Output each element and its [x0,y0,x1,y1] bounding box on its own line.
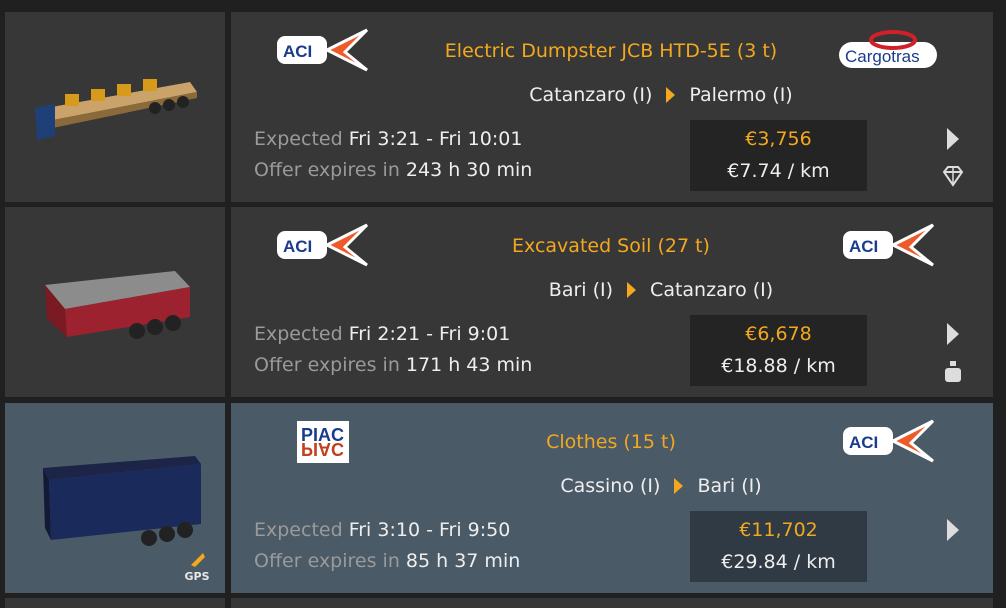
price-per-km: €18.88 / km [721,355,836,377]
dump-trailer-icon [45,271,190,339]
expected-time: Expected Fri 3:10 - Fri 9:50 [254,519,510,541]
flatbed-trailer-icon [35,79,197,140]
svg-text:ACI: ACI [849,237,878,256]
cargo-name: Clothes (15 t) [546,431,676,453]
price-per-km: €7.74 / km [727,160,830,182]
expected-label: Expected [254,128,343,150]
job-card[interactable]: ACI Electric Dumpster JCB HTD-5E (3 t) C… [231,12,993,202]
expected-value: Fri 3:21 - Fri 10:01 [348,128,523,150]
expires-label: Offer expires in [254,550,400,572]
origin-city: Catanzaro (I) [529,84,653,106]
select-job-arrow-icon[interactable] [944,519,966,543]
trailer-thumbnail: GPS [5,403,225,593]
origin-city: Bari (I) [548,279,614,301]
next-row-edge [231,598,993,608]
job-card[interactable]: PIAC PIAC Clothes (15 t) ACI Cassino (I)… [231,403,993,593]
svg-text:ACI: ACI [283,42,312,61]
price-per-km: €29.84 / km [721,551,836,573]
select-job-arrow-icon[interactable] [944,323,966,347]
expected-time: Expected Fri 3:21 - Fri 10:01 [254,128,522,150]
destination-city: Catanzaro (I) [650,279,774,301]
job-price: €11,702 [739,519,818,541]
svg-text:ACI: ACI [283,237,312,256]
diamond-icon [940,164,966,188]
heavy-weight-icon [940,359,966,383]
expires-label: Offer expires in [254,354,400,376]
trailer-thumbnail [5,207,225,397]
cargo-name: Excavated Soil (27 t) [512,235,710,257]
curtainside-trailer-icon [43,456,201,546]
offer-expiry: Offer expires in 171 h 43 min [254,354,532,376]
gps-label: GPS [184,570,210,583]
route-arrow-icon [627,282,637,298]
satellite-icon [191,553,205,567]
price-box: €3,756 €7.74 / km [690,120,867,191]
receiver-company-logo: ACI [837,221,941,271]
svg-text:Cargotras: Cargotras [845,47,920,66]
destination-city: Palermo (I) [689,84,793,106]
route: Catanzaro (I) Palermo (I) [351,84,971,106]
job-price: €3,756 [745,128,812,150]
job-card[interactable]: ACI Excavated Soil (27 t) ACI Bari (I) C… [231,207,993,397]
offer-expiry: Offer expires in 243 h 30 min [254,159,532,181]
sender-company-logo: ACI [275,26,371,76]
price-box: €11,702 €29.84 / km [690,511,867,582]
expected-value: Fri 3:10 - Fri 9:50 [348,519,511,541]
expected-time: Expected Fri 2:21 - Fri 9:01 [254,323,510,345]
route-arrow-icon [666,87,676,103]
select-job-arrow-icon[interactable] [944,128,966,152]
trailer-thumbnail [5,12,225,202]
svg-text:PIAC: PIAC [301,439,344,459]
cargo-name: Electric Dumpster JCB HTD-5E (3 t) [444,40,778,62]
destination-city: Bari (I) [697,475,762,497]
expires-value: 171 h 43 min [405,354,533,376]
offer-expiry: Offer expires in 85 h 37 min [254,550,520,572]
receiver-company-logo: Cargotras [837,26,941,76]
gps-badge: GPS [179,551,215,583]
route-arrow-icon [674,478,684,494]
svg-text:ACI: ACI [849,433,878,452]
route: Bari (I) Catanzaro (I) [351,279,971,301]
sender-company-logo: ACI [275,221,371,271]
job-row-selected[interactable]: GPS PIAC PIAC Clothes (15 t) ACI Cassino… [0,403,1006,593]
expires-value: 85 h 37 min [405,550,521,572]
receiver-company-logo: ACI [837,417,941,467]
expires-value: 243 h 30 min [405,159,533,181]
job-price: €6,678 [745,323,812,345]
route: Cassino (I) Bari (I) [351,475,971,497]
job-row[interactable]: ACI Excavated Soil (27 t) ACI Bari (I) C… [0,207,1006,397]
sender-company-logo: PIAC PIAC [275,417,371,467]
expires-label: Offer expires in [254,159,400,181]
expected-value: Fri 2:21 - Fri 9:01 [348,323,511,345]
origin-city: Cassino (I) [560,475,661,497]
price-box: €6,678 €18.88 / km [690,315,867,386]
expected-label: Expected [254,519,343,541]
expected-label: Expected [254,323,343,345]
next-row-edge [5,598,225,608]
job-row[interactable]: ACI Electric Dumpster JCB HTD-5E (3 t) C… [0,12,1006,202]
